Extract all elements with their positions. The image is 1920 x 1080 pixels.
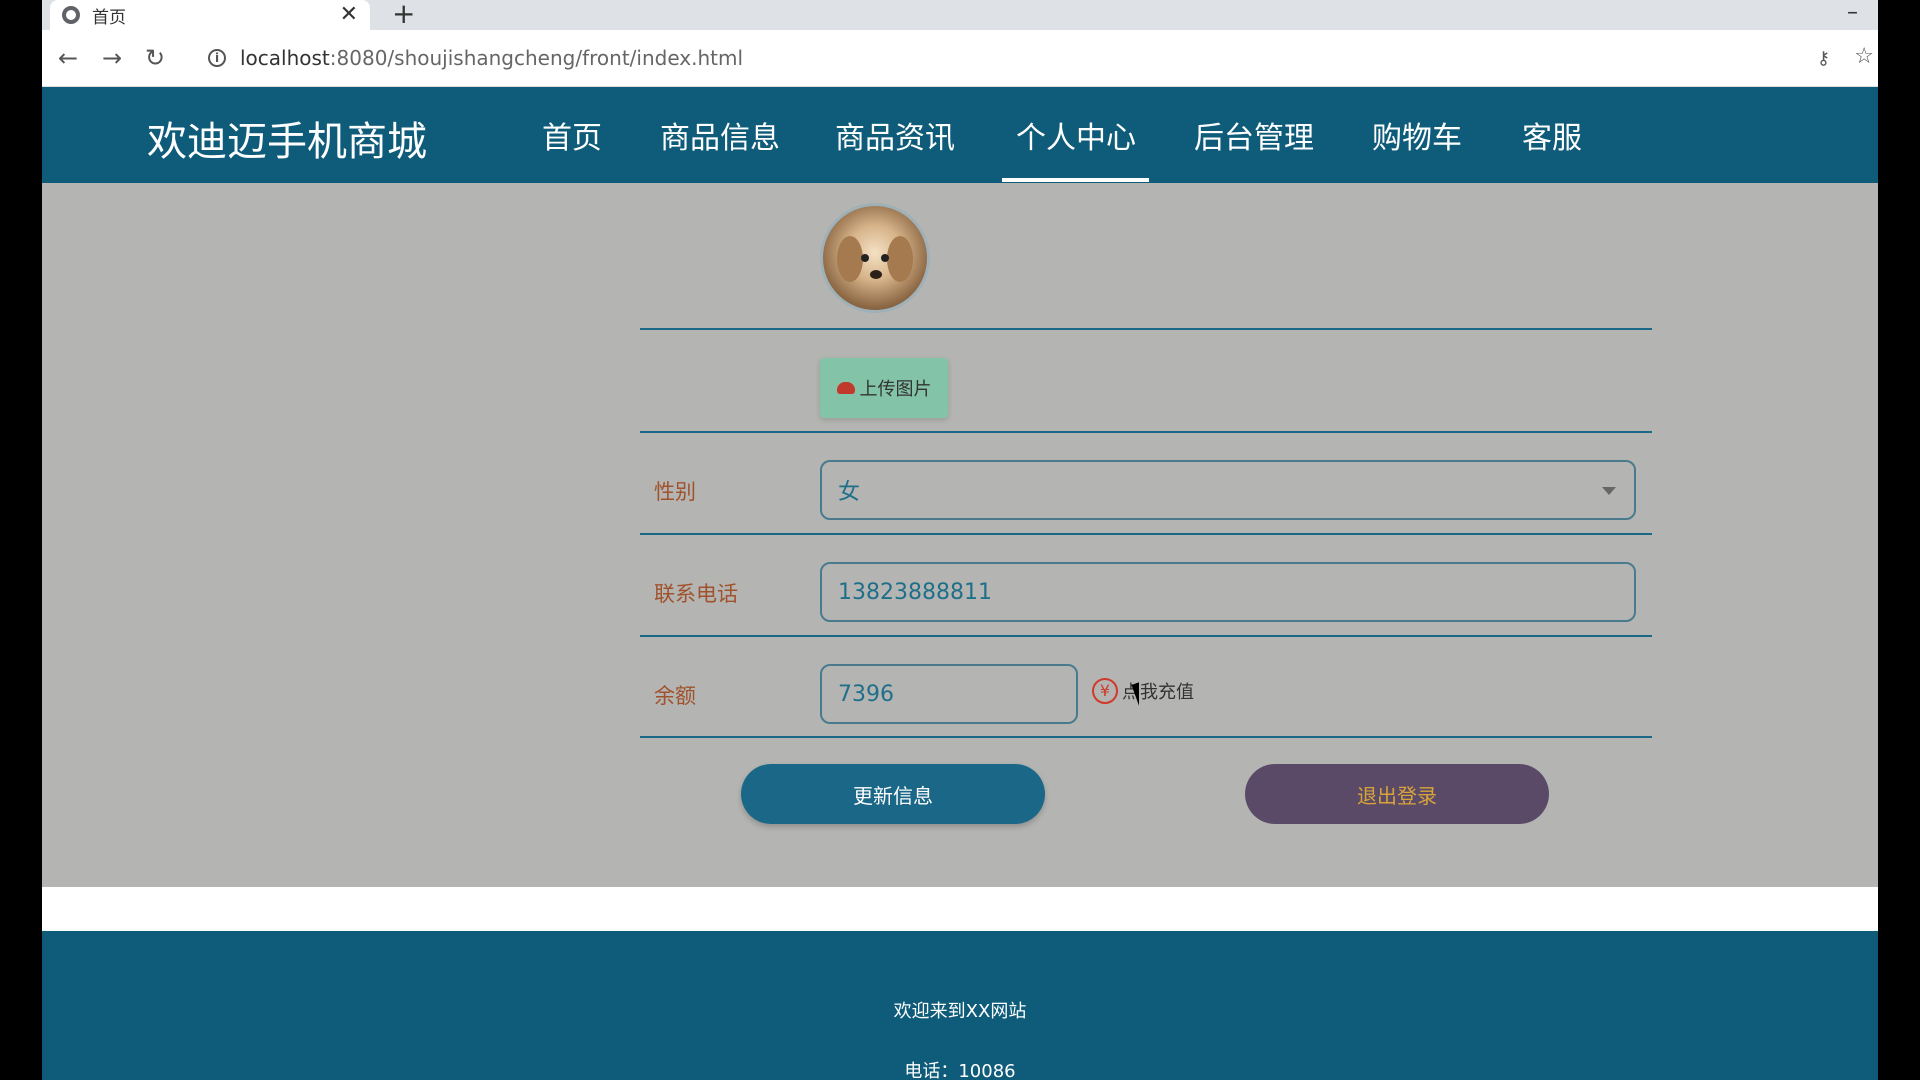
browser-window: 首页 ✕ + – ← → ↻ i localhost:8080/shoujish…: [42, 0, 1878, 1080]
divider: [640, 736, 1652, 738]
key-icon[interactable]: ⚷: [1817, 48, 1830, 69]
balance-label: 余额: [654, 684, 696, 708]
phone-label: 联系电话: [654, 582, 738, 606]
site-brand[interactable]: 欢迪迈手机商城: [147, 109, 427, 167]
avatar-eye: [881, 254, 889, 262]
balance-value: 7396: [838, 681, 894, 707]
phone-input[interactable]: 13823888811: [820, 562, 1636, 622]
avatar-ear: [887, 236, 913, 282]
nav-item-home[interactable]: 首页: [542, 113, 602, 157]
url-text: localhost:8080/shoujishangcheng/front/in…: [240, 46, 743, 70]
avatar-eye: [861, 254, 869, 262]
avatar: [820, 203, 930, 313]
site-header: 欢迪迈手机商城 首页 商品信息 商品资讯 个人中心 后台管理 购物车 客服: [42, 87, 1878, 183]
bookmark-star-icon[interactable]: ☆: [1854, 44, 1874, 69]
globe-icon: [62, 6, 80, 24]
browser-tab[interactable]: 首页 ✕: [50, 0, 370, 30]
active-nav-indicator: [1002, 178, 1149, 182]
reload-icon[interactable]: ↻: [145, 44, 165, 72]
nav-item-admin[interactable]: 后台管理: [1194, 113, 1314, 157]
nav-item-news[interactable]: 商品资讯: [835, 113, 955, 157]
browser-toolbar: ← → ↻ i localhost:8080/shoujishangcheng/…: [42, 30, 1878, 87]
url-host: localhost: [240, 46, 330, 70]
yen-icon: ¥: [1092, 678, 1118, 704]
avatar-nose: [870, 270, 882, 279]
divider: [640, 431, 1652, 433]
update-info-button[interactable]: 更新信息: [741, 764, 1045, 824]
site-info-icon[interactable]: i: [208, 49, 226, 67]
avatar-ear: [837, 236, 863, 282]
tab-title: 首页: [92, 7, 126, 28]
spacer: [42, 887, 1878, 931]
logout-button[interactable]: 退出登录: [1245, 764, 1549, 824]
nav-item-service[interactable]: 客服: [1522, 113, 1582, 157]
close-tab-icon[interactable]: ✕: [340, 4, 358, 26]
forward-arrow-icon[interactable]: →: [102, 44, 122, 72]
gender-label: 性别: [654, 480, 696, 504]
divider: [640, 533, 1652, 535]
chevron-down-icon: [1602, 487, 1616, 495]
page: 欢迪迈手机商城 首页 商品信息 商品资讯 个人中心 后台管理 购物车 客服 上传…: [42, 87, 1878, 1080]
divider: [640, 635, 1652, 637]
site-footer: 欢迎来到XX网站 电话：10086: [42, 931, 1878, 1080]
gender-select[interactable]: 女: [820, 460, 1636, 520]
nav-item-profile[interactable]: 个人中心: [1016, 113, 1136, 157]
tab-strip: 首页 ✕ + –: [42, 0, 1878, 30]
minimize-icon[interactable]: –: [1847, 0, 1858, 25]
profile-content: 上传图片 性别 女 联系电话 13823888811 余额 7396 ¥ 点我充…: [42, 183, 1878, 887]
footer-contact: 电话：10086: [904, 1061, 1016, 1080]
cloud-upload-icon: [836, 382, 855, 394]
address-bar[interactable]: i localhost:8080/shoujishangcheng/front/…: [192, 40, 1872, 76]
back-arrow-icon[interactable]: ←: [58, 44, 78, 72]
balance-input[interactable]: 7396: [820, 664, 1078, 724]
nav-item-products[interactable]: 商品信息: [660, 113, 780, 157]
footer-welcome: 欢迎来到XX网站: [893, 1001, 1027, 1022]
url-path: :8080/shoujishangcheng/front/index.html: [329, 46, 744, 70]
gender-value: 女: [838, 480, 861, 505]
new-tab-icon[interactable]: +: [392, 0, 415, 28]
upload-image-button[interactable]: 上传图片: [820, 358, 948, 418]
nav-item-cart[interactable]: 购物车: [1372, 113, 1462, 157]
phone-value: 13823888811: [838, 579, 992, 605]
upload-label: 上传图片: [859, 379, 932, 400]
divider: [640, 328, 1652, 330]
